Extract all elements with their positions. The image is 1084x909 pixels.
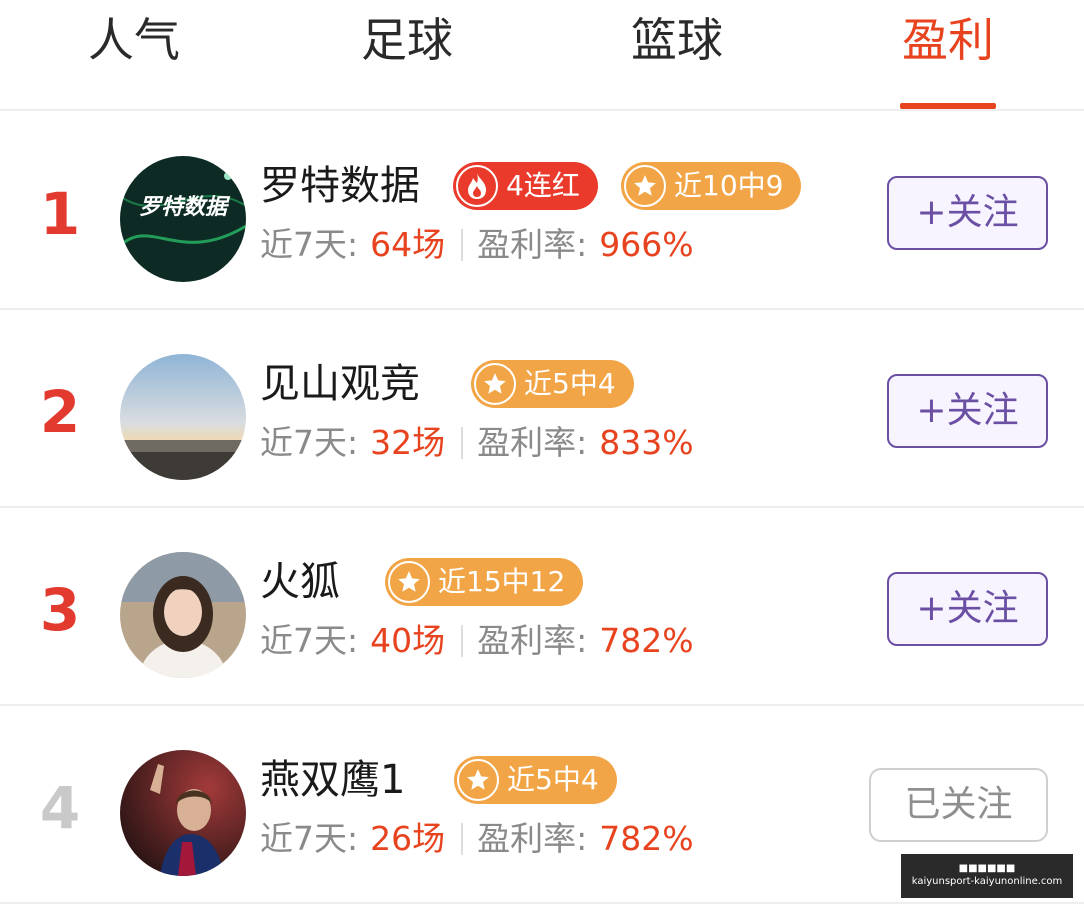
- games-value: 40场: [370, 621, 446, 660]
- profit-label: 盈利率:: [477, 225, 588, 264]
- follow-button[interactable]: +关注: [887, 374, 1048, 448]
- user-name[interactable]: 火狐: [260, 556, 340, 608]
- record-badge: 近10中9: [621, 162, 802, 210]
- profit-value: 833%: [599, 423, 694, 462]
- streak-text: 4连红: [506, 169, 580, 202]
- list-item[interactable]: 1 罗特数据 罗特数据 4连红 近10中9 近7天: 64场 盈利率: 966%…: [0, 112, 1084, 310]
- watermark: ■■■■■■ kaiyunsport-kaiyunonline.com: [901, 854, 1073, 898]
- games-value: 26场: [370, 819, 446, 858]
- avatar[interactable]: [120, 552, 246, 678]
- record-text: 近5中4: [524, 367, 616, 400]
- stats-line: 近7天: 32场 盈利率: 833%: [260, 420, 694, 466]
- profit-value: 782%: [599, 819, 694, 858]
- tab-football[interactable]: 足球: [327, 8, 487, 72]
- user-name[interactable]: 燕双鹰1: [260, 754, 405, 806]
- record-badge: 近5中4: [454, 756, 617, 804]
- games-label: 近7天:: [260, 819, 359, 858]
- star-icon: [457, 759, 499, 801]
- avatar-logo-text: 罗特数据: [139, 195, 231, 220]
- rank-number: 2: [39, 378, 81, 446]
- games-value: 64场: [370, 225, 446, 264]
- follow-button[interactable]: +关注: [887, 572, 1048, 646]
- avatar[interactable]: [120, 750, 246, 876]
- tab-bar: 人气 足球 篮球 盈利: [0, 0, 1084, 111]
- star-icon: [624, 165, 666, 207]
- games-label: 近7天:: [260, 423, 359, 462]
- record-text: 近10中9: [674, 169, 784, 202]
- stats-line: 近7天: 40场 盈利率: 782%: [260, 618, 694, 664]
- games-value: 32场: [370, 423, 446, 462]
- streak-badge: 4连红: [453, 162, 598, 210]
- active-tab-indicator: [900, 103, 996, 109]
- star-icon: [388, 561, 430, 603]
- divider: [461, 823, 464, 855]
- profit-label: 盈利率:: [477, 621, 588, 660]
- profit-value: 782%: [599, 621, 694, 660]
- watermark-line-2: kaiyunsport-kaiyunonline.com: [911, 876, 1063, 887]
- avatar[interactable]: [120, 354, 246, 480]
- list-item[interactable]: 3 火狐 近15中12 近7天: 40场 盈利率: 782% +关注: [0, 508, 1084, 706]
- watermark-line-1: ■■■■■■: [958, 863, 1016, 874]
- rank-number: 1: [39, 180, 81, 248]
- avatar[interactable]: 罗特数据: [120, 156, 246, 282]
- profit-label: 盈利率:: [477, 423, 588, 462]
- star-icon: [474, 363, 516, 405]
- user-name[interactable]: 罗特数据: [260, 160, 420, 212]
- tab-basketball[interactable]: 篮球: [597, 8, 757, 72]
- record-text: 近15中12: [438, 565, 566, 598]
- profit-value: 966%: [599, 225, 694, 264]
- divider: [461, 427, 464, 459]
- user-name[interactable]: 见山观竞: [260, 358, 420, 410]
- stats-line: 近7天: 26场 盈利率: 782%: [260, 816, 694, 862]
- record-badge: 近15中12: [385, 558, 584, 606]
- stats-line: 近7天: 64场 盈利率: 966%: [260, 222, 694, 268]
- followed-button[interactable]: 已关注: [869, 768, 1048, 842]
- divider: [461, 625, 464, 657]
- rank-number: 4: [39, 774, 81, 842]
- games-label: 近7天:: [260, 225, 359, 264]
- tab-profit[interactable]: 盈利: [868, 8, 1028, 72]
- profit-label: 盈利率:: [477, 819, 588, 858]
- divider: [461, 229, 464, 261]
- record-text: 近5中4: [507, 763, 599, 796]
- tab-popular[interactable]: 人气: [54, 8, 214, 72]
- record-badge: 近5中4: [471, 360, 634, 408]
- follow-button[interactable]: +关注: [887, 176, 1048, 250]
- games-label: 近7天:: [260, 621, 359, 660]
- rank-number: 3: [39, 576, 81, 644]
- list-item[interactable]: 2 见山观竞 近5中4 近7天: 32场 盈利率: 833% +关注: [0, 310, 1084, 508]
- flame-icon: [456, 165, 498, 207]
